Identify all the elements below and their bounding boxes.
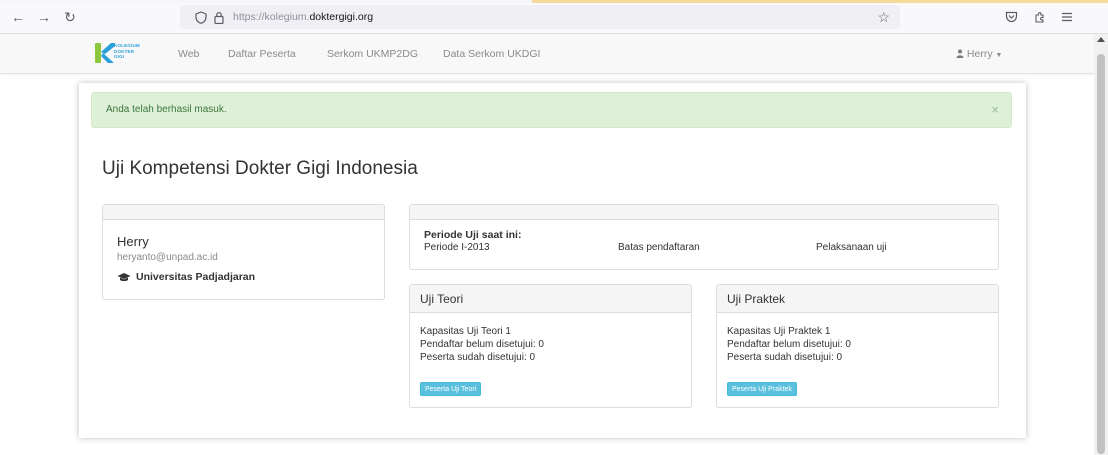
logo-text: KOLEGIUM DOKTER GIGI: [114, 43, 140, 60]
uji-praktek-belum: Pendaftar belum disetujui: 0: [727, 339, 851, 350]
url-domain: doktergigi.org: [309, 11, 374, 23]
pocket-icon[interactable]: [1002, 8, 1020, 26]
reload-icon[interactable]: ↻: [60, 7, 80, 27]
nav-link-serkom-ukmp2dg[interactable]: Serkom UKMP2DG: [327, 48, 418, 60]
profile-university: Universitas Padjadjaran: [117, 271, 255, 283]
uji-praktek-sudah: Peserta sudah disetujui: 0: [727, 352, 843, 363]
page-title: Uji Kompetensi Dokter Gigi Indonesia: [102, 158, 418, 179]
profile-name: Herry: [117, 234, 149, 249]
back-arrow-icon[interactable]: ←: [8, 7, 28, 27]
extensions-icon[interactable]: [1030, 8, 1048, 26]
uji-praktek-card: Uji Praktek Kapasitas Uji Praktek 1 Pend…: [716, 284, 999, 408]
bookmark-star-icon[interactable]: ☆: [877, 9, 890, 26]
profile-email: heryanto@unpad.ac.id: [117, 252, 218, 263]
toolbar-accent: [0, 0, 1108, 3]
shield-icon[interactable]: [194, 10, 208, 24]
uji-praktek-kapasitas: Kapasitas Uji Praktek 1: [727, 326, 831, 337]
profile-card-header: [103, 205, 384, 220]
uji-teori-header: Uji Teori: [410, 285, 691, 313]
url-text[interactable]: https://kolegium.doktergigi.org: [233, 11, 373, 23]
logo-line: GIGI: [114, 54, 125, 59]
kolegium-logo[interactable]: KOLEGIUM DOKTER GIGI: [94, 40, 154, 66]
uji-teori-title: Uji Teori: [420, 292, 464, 306]
uji-teori-belum: Pendaftar belum disetujui: 0: [420, 339, 544, 350]
uji-teori-sudah: Peserta sudah disetujui: 0: [420, 352, 536, 363]
nav-link-web[interactable]: Web: [178, 48, 199, 60]
uji-teori-card: Uji Teori Kapasitas Uji Teori 1 Pendafta…: [409, 284, 692, 408]
periode-value: Periode I-2013: [424, 242, 490, 253]
url-prefix: https://kolegium.: [233, 11, 310, 23]
pelaksanaan-uji-label: Pelaksanaan uji: [816, 242, 887, 253]
logo-line: KOLEGIUM: [114, 43, 140, 48]
peserta-uji-praktek-button[interactable]: Peserta Uji Praktek: [727, 382, 797, 396]
alert-close-icon[interactable]: ×: [991, 102, 999, 117]
lock-icon[interactable]: [213, 10, 225, 24]
periode-card-header: [410, 205, 998, 220]
forward-arrow-icon[interactable]: →: [34, 7, 54, 27]
profile-card: Herry heryanto@unpad.ac.id Universitas P…: [102, 204, 385, 300]
batas-pendaftaran-label: Batas pendaftaran: [618, 242, 700, 253]
profile-university-label: Universitas Padjadjaran: [136, 271, 256, 283]
uji-praktek-title: Uji Praktek: [727, 292, 786, 306]
uji-teori-kapasitas: Kapasitas Uji Teori 1: [420, 326, 511, 337]
vertical-scrollbar[interactable]: [1094, 34, 1108, 455]
address-bar[interactable]: https://kolegium.doktergigi.org ☆: [180, 5, 900, 29]
uji-praktek-header: Uji Praktek: [717, 285, 998, 313]
user-dropdown[interactable]: Herry ▼: [956, 48, 1002, 60]
scroll-thumb[interactable]: [1097, 54, 1105, 454]
periode-card: Periode Uji saat ini: Periode I-2013 Bat…: [409, 204, 999, 270]
periode-label: Periode Uji saat ini:: [424, 229, 522, 241]
site-navbar: KOLEGIUM DOKTER GIGI Web Daftar Peserta …: [0, 34, 1094, 74]
success-alert: Anda telah berhasil masuk. ×: [91, 92, 1012, 128]
menu-hamburger-icon[interactable]: [1058, 8, 1076, 26]
main-panel: Anda telah berhasil masuk. × Uji Kompete…: [79, 83, 1026, 438]
nav-link-daftar-peserta[interactable]: Daftar Peserta: [228, 48, 296, 60]
scroll-up-arrow-icon[interactable]: [1097, 37, 1105, 42]
alert-message: Anda telah berhasil masuk.: [106, 104, 227, 115]
caret-down-icon: ▼: [995, 52, 1003, 59]
user-dropdown-label: Herry: [966, 48, 993, 60]
browser-toolbar: ← → ↻ https://kolegium.doktergigi.org ☆: [0, 0, 1108, 34]
nav-link-data-serkom-ukdgi[interactable]: Data Serkom UKDGI: [443, 48, 540, 60]
logo-k-icon: [95, 43, 115, 63]
peserta-uji-teori-button[interactable]: Peserta Uji Teori: [420, 382, 482, 396]
graduation-cap-icon: [117, 273, 131, 282]
user-icon: [956, 49, 964, 58]
